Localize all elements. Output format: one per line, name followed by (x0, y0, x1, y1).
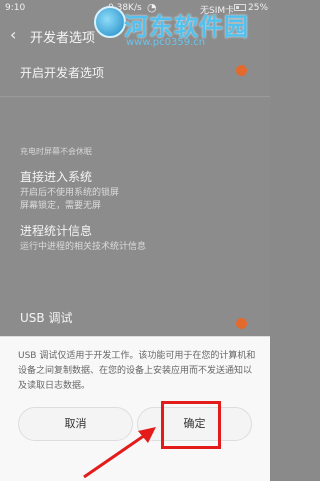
app-screen: 9:10 0.38K/s ◔ 无SIM卡 25% ‹ 开发者选项 河东软件园 w… (0, 0, 270, 481)
direct-enter-label[interactable]: 直接进入系统 (20, 168, 92, 185)
battery-level: 25% (248, 3, 269, 13)
page-title: 开发者选项 (30, 31, 96, 46)
confirm-highlight-box (161, 401, 221, 449)
dialog-message: USB 调试仅适用于开发工作。该功能可用于在您的计算机和设备之间复制数据、在您的… (18, 351, 256, 391)
process-stats-sub: 运行中进程的相关技术统计信息 (20, 242, 147, 252)
watermark-logo-icon (94, 6, 126, 38)
chevron-left-icon[interactable]: ‹ (10, 25, 16, 44)
watermark-url: www.pc0359.cn (126, 37, 206, 48)
process-stats-label[interactable]: 进程统计信息 (20, 222, 92, 239)
developer-options-label: 开启开发者选项 (20, 66, 105, 80)
developer-options-toggle[interactable] (236, 65, 247, 76)
usb-debug-toggle[interactable] (236, 318, 247, 329)
usb-debug-dialog: USB 调试仅适用于开发工作。该功能可用于在您的计算机和设备之间复制数据、在您的… (0, 336, 270, 481)
stay-awake-note: 充电时屏幕不会休眠 (20, 147, 92, 156)
usb-debug-label: USB 调试 (20, 311, 73, 325)
status-time: 9:10 (5, 3, 26, 13)
divider (0, 96, 270, 97)
red-arrow-icon (83, 427, 156, 479)
direct-enter-sub-2: 屏幕锁定，需要无屏 (20, 201, 102, 211)
direct-enter-sub-1: 开启后不使用系统的锁屏 (20, 188, 120, 198)
